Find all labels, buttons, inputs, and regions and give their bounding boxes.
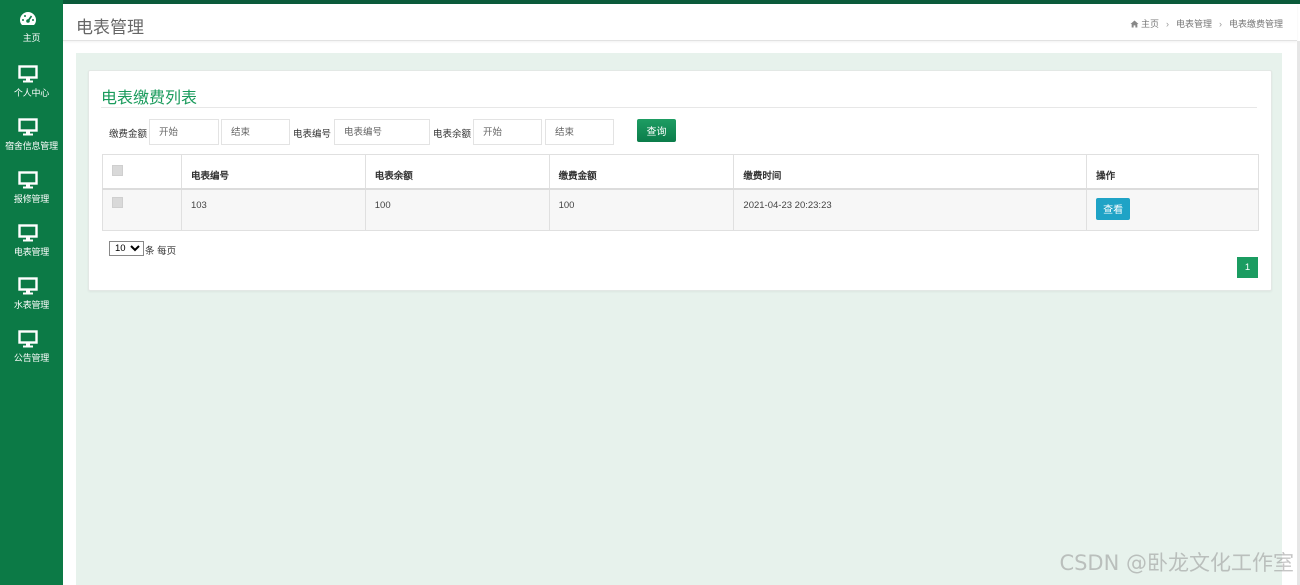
select-all-checkbox[interactable]	[112, 165, 123, 176]
monitor-icon	[18, 224, 38, 242]
sidebar-item-label: 主页	[22, 33, 41, 43]
sidebar-item-dorm-info[interactable]: 宿舍信息管理	[0, 108, 63, 158]
card-title: 电表缴费列表	[101, 90, 198, 107]
table-row: 103 100 100 2021-04-23 20:23:23 查看	[102, 188, 1259, 231]
sidebar-item-label: 电表管理	[13, 247, 50, 257]
row-select-cell	[102, 188, 182, 231]
sidebar-item-water-meter[interactable]: 水表管理	[0, 267, 63, 317]
sidebar-item-label: 公告管理	[13, 353, 50, 363]
breadcrumb-electric-meter[interactable]: 电表管理	[1176, 17, 1212, 30]
sidebar-item-repair[interactable]: 报修管理	[0, 161, 63, 211]
row-checkbox[interactable]	[112, 196, 123, 208]
dashboard-icon	[20, 12, 36, 25]
breadcrumb-separator-icon: ›	[1218, 19, 1222, 29]
page-size-select[interactable]: 10	[109, 241, 144, 256]
select-all-header	[102, 154, 182, 190]
sidebar: 主页 个人中心 宿舍信息管理 报修管理 电表管理 水表管理 公告管理	[0, 0, 63, 585]
home-icon	[1130, 20, 1139, 28]
watermark: CSDN @卧龙文化工作室	[1059, 551, 1294, 575]
breadcrumb-separator-icon: ›	[1165, 19, 1169, 29]
sidebar-item-label: 宿舍信息管理	[5, 141, 58, 151]
breadcrumb-home[interactable]: 主页	[1141, 17, 1159, 30]
amount-start-input[interactable]	[149, 119, 219, 145]
time-cell: 2021-04-23 20:23:23	[733, 188, 1088, 231]
breadcrumb: 主页 › 电表管理 › 电表缴费管理	[1130, 17, 1283, 30]
query-button[interactable]: 查询	[637, 119, 676, 142]
monitor-icon	[18, 65, 38, 83]
balance-cell: 100	[364, 188, 550, 231]
sidebar-item-label: 报修管理	[13, 194, 50, 204]
meter-no-label: 电表编号	[293, 129, 332, 140]
card-divider	[101, 107, 1257, 108]
sidebar-item-label: 水表管理	[13, 300, 50, 310]
sidebar-item-label: 个人中心	[13, 88, 50, 98]
sidebar-item-electric-meter[interactable]: 电表管理	[0, 214, 63, 264]
amount-cell: 100	[548, 188, 735, 231]
column-header[interactable]: 缴费金额	[548, 154, 735, 190]
balance-label: 电表余额	[433, 129, 472, 140]
sidebar-item-notice[interactable]: 公告管理	[0, 320, 63, 370]
monitor-icon	[18, 277, 38, 295]
page-size-label: 条 每页	[145, 246, 177, 257]
column-header[interactable]: 缴费时间	[733, 154, 1088, 190]
sidebar-item-home[interactable]: 主页	[0, 0, 63, 50]
table-header-row: 电表编号 电表余额 缴费金额 缴费时间 操作	[102, 154, 1259, 190]
meter-no-cell: 103	[180, 188, 366, 231]
amount-label: 缴费金额	[109, 129, 148, 140]
amount-end-input[interactable]	[221, 119, 290, 145]
column-header[interactable]: 电表余额	[364, 154, 550, 190]
sidebar-item-personal-center[interactable]: 个人中心	[0, 55, 63, 105]
monitor-icon	[18, 171, 38, 189]
action-cell: 查看	[1086, 188, 1259, 231]
breadcrumb-current: 电表缴费管理	[1228, 19, 1283, 29]
balance-start-input[interactable]	[473, 119, 542, 145]
monitor-icon	[18, 118, 38, 136]
page-title: 电表管理	[76, 18, 144, 37]
payment-table: 电表编号 电表余额 缴费金额 缴费时间 操作 103 100 100 2021-…	[102, 154, 1259, 231]
column-header: 操作	[1086, 154, 1259, 190]
page-header: 电表管理 主页 › 电表管理 › 电表缴费管理	[63, 4, 1297, 41]
payment-list-card: 电表缴费列表 缴费金额 电表编号 电表余额 查询 电表编号 电表余额 缴费金额 …	[88, 70, 1272, 291]
pagination-page-1[interactable]: 1	[1237, 257, 1258, 278]
meter-no-input[interactable]	[334, 119, 430, 145]
view-button[interactable]: 查看	[1096, 197, 1131, 220]
monitor-icon	[18, 330, 38, 348]
column-header[interactable]: 电表编号	[180, 154, 366, 190]
balance-end-input[interactable]	[545, 119, 614, 145]
